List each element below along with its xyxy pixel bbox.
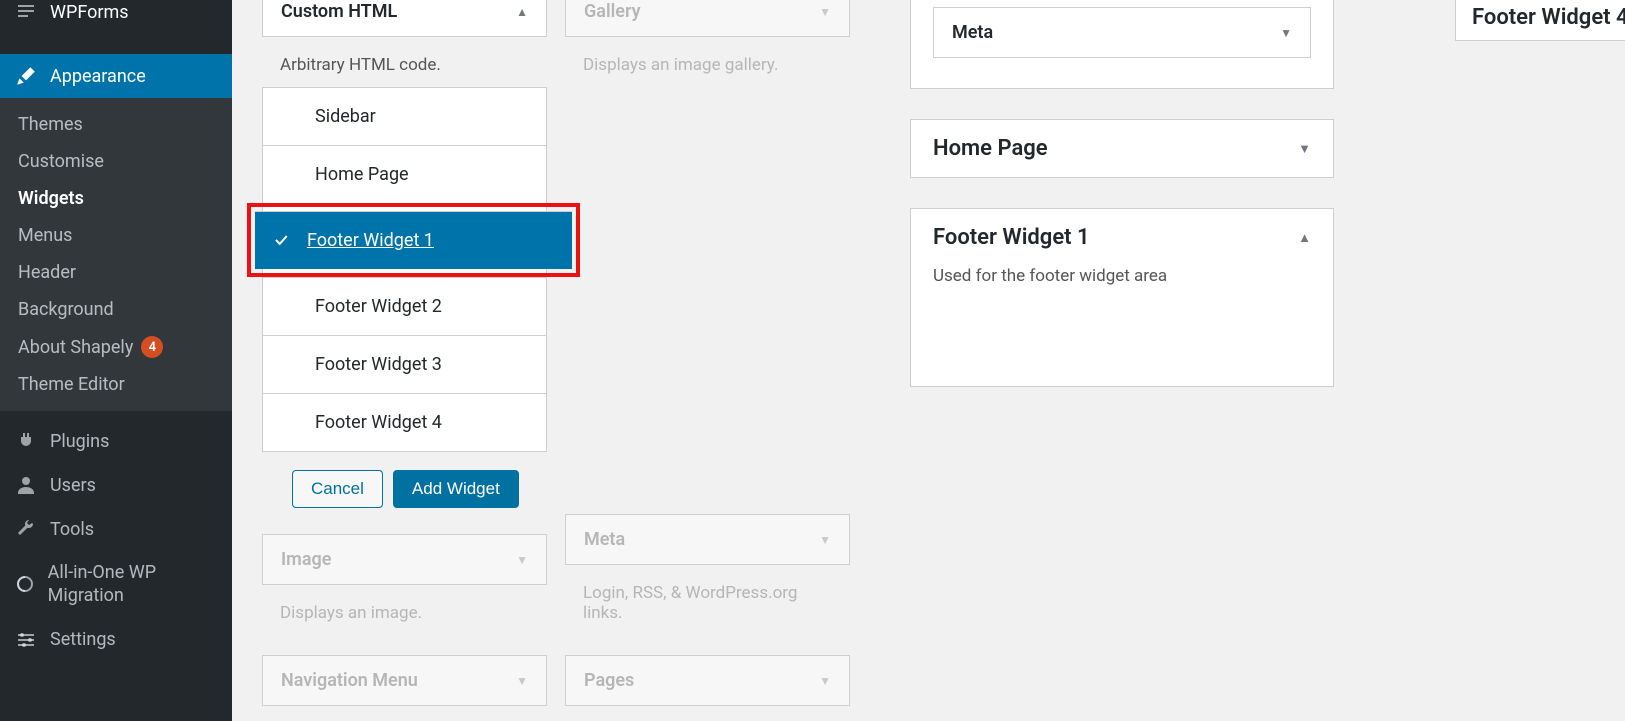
submenu-menus[interactable]: Menus: [0, 217, 232, 254]
widget-title: Meta: [584, 529, 625, 550]
sliders-icon: [14, 628, 38, 652]
submenu-themes[interactable]: Themes: [0, 106, 232, 143]
widget-title: Navigation Menu: [281, 670, 418, 691]
chevron-down-icon: ▼: [516, 674, 528, 688]
area-option-footer-widget-4[interactable]: Footer Widget 4: [263, 393, 546, 451]
admin-sidebar: WPForms Appearance Themes Customise Widg…: [0, 0, 232, 721]
sidebar-item-label: Users: [50, 475, 96, 496]
chevron-down-icon: ▼: [819, 5, 831, 19]
add-widget-button[interactable]: Add Widget: [393, 470, 519, 508]
submenu-customise[interactable]: Customise: [0, 143, 232, 180]
cancel-button[interactable]: Cancel: [292, 470, 383, 508]
widget-area-desc: Used for the footer widget area: [911, 266, 1333, 386]
sidebar-item-label: WPForms: [50, 2, 129, 23]
sidebar-item-label: All-in-One WP Migration: [48, 561, 218, 608]
sidebar-item-label: Appearance: [50, 66, 146, 87]
area-option-sidebar[interactable]: Sidebar: [263, 87, 546, 145]
widget-area-footer-4[interactable]: Footer Widget 4: [1455, 0, 1625, 41]
submenu-header[interactable]: Header: [0, 254, 232, 291]
widget-gallery-header[interactable]: Gallery ▼: [565, 0, 850, 37]
annotation-highlight: Footer Widget 1: [247, 203, 580, 277]
widget-area-sidebar-box: Meta ▼: [910, 0, 1334, 89]
area-option-footer-widget-3[interactable]: Footer Widget 3: [263, 335, 546, 393]
widget-area-title-text: Footer Widget 1: [933, 225, 1090, 250]
sidebar-item-label: Settings: [50, 629, 116, 650]
widget-title: Pages: [584, 670, 634, 691]
sidebar-item-appearance[interactable]: Appearance: [0, 54, 232, 98]
migration-icon: [14, 572, 36, 596]
area-option-home-page[interactable]: Home Page: [263, 145, 546, 203]
submenu-theme-editor[interactable]: Theme Editor: [0, 366, 232, 403]
widget-image-header[interactable]: Image ▼: [262, 534, 547, 585]
widget-pages-header[interactable]: Pages ▼: [565, 655, 850, 706]
widget-area-chooser: Sidebar Home Page Footer Widget 1 Footer…: [262, 87, 547, 452]
widget-gallery-desc: Displays an image gallery.: [565, 37, 850, 87]
widget-custom-html-desc: Arbitrary HTML code.: [262, 37, 547, 87]
brush-icon: [14, 64, 38, 88]
chevron-down-icon: ▼: [819, 533, 831, 547]
widget-image-desc: Displays an image.: [262, 585, 547, 635]
sidebar-item-plugins[interactable]: Plugins: [0, 419, 232, 463]
plug-icon: [14, 429, 38, 453]
widget-meta-header[interactable]: Meta ▼: [565, 514, 850, 565]
user-icon: [14, 473, 38, 497]
sidebar-item-wpforms[interactable]: WPForms: [0, 0, 232, 34]
widget-instance-title: Meta: [952, 22, 993, 43]
widget-nav-header[interactable]: Navigation Menu ▼: [262, 655, 547, 706]
area-option-footer-widget-2[interactable]: Footer Widget 2: [263, 277, 546, 335]
update-badge: 4: [141, 336, 163, 358]
appearance-submenu: Themes Customise Widgets Menus Header Ba…: [0, 98, 232, 411]
chevron-down-icon: ▼: [819, 674, 831, 688]
form-icon: [14, 0, 38, 24]
chevron-up-icon: ▲: [1298, 230, 1311, 246]
widget-action-buttons: Cancel Add Widget: [262, 452, 547, 534]
area-option-footer-widget-1[interactable]: Footer Widget 1: [255, 211, 572, 269]
submenu-about-shapely[interactable]: About Shapely 4: [0, 328, 232, 366]
widget-area-title-text: Footer Widget 4: [1472, 5, 1625, 30]
submenu-widgets[interactable]: Widgets: [0, 180, 232, 217]
chevron-down-icon: ▼: [516, 553, 528, 567]
widget-title: Custom HTML: [281, 1, 397, 22]
chevron-down-icon: ▼: [1280, 26, 1292, 40]
widget-area-home-page[interactable]: Home Page ▼: [910, 119, 1334, 178]
wrench-icon: [14, 517, 38, 541]
widget-area-footer-1[interactable]: Footer Widget 1 ▲ Used for the footer wi…: [910, 208, 1334, 387]
sidebar-widget-meta[interactable]: Meta ▼: [933, 7, 1311, 58]
sidebar-item-migration[interactable]: All-in-One WP Migration: [0, 551, 232, 618]
widget-title: Image: [281, 549, 331, 570]
sidebar-item-tools[interactable]: Tools: [0, 507, 232, 551]
sidebar-item-users[interactable]: Users: [0, 463, 232, 507]
sidebar-item-settings[interactable]: Settings: [0, 618, 232, 662]
sidebar-item-label: Tools: [50, 519, 94, 540]
chevron-down-icon: ▼: [1298, 141, 1311, 157]
widget-meta-desc: Login, RSS, & WordPress.org links.: [565, 565, 850, 635]
chevron-up-icon: ▲: [516, 5, 528, 19]
widgets-content: Custom HTML ▲ Arbitrary HTML code. Sideb…: [232, 0, 1625, 721]
widget-custom-html-header[interactable]: Custom HTML ▲: [262, 0, 547, 37]
widget-title: Gallery: [584, 1, 641, 22]
sidebar-item-label: Plugins: [50, 431, 109, 452]
submenu-background[interactable]: Background: [0, 291, 232, 328]
widget-area-title-text: Home Page: [933, 136, 1048, 161]
